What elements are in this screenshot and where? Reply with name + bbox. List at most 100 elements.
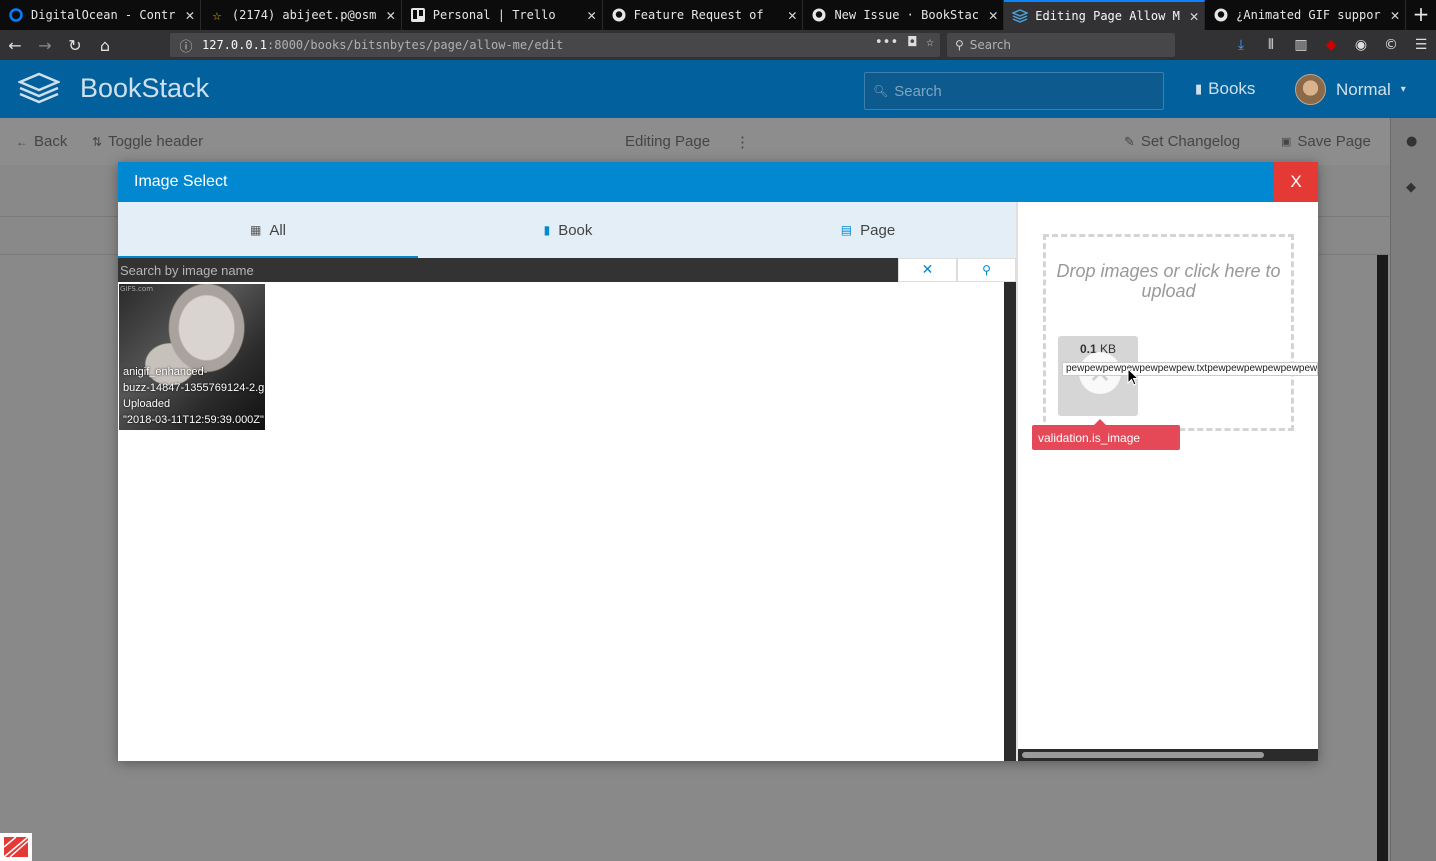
github-icon — [811, 7, 827, 23]
file-preview: 0.1 KB ✕ — [1058, 336, 1138, 416]
page-actions-icon[interactable]: ••• — [875, 35, 898, 50]
image-icon: ▦ — [249, 223, 262, 237]
info-icon[interactable]: ⓘ — [170, 36, 202, 55]
back-arrow-icon[interactable]: ← — [0, 30, 30, 60]
close-icon[interactable]: ✕ — [1385, 6, 1405, 24]
user-menu[interactable]: Normal ▾ — [1295, 74, 1406, 105]
back-button[interactable]: ← Back — [16, 133, 67, 150]
modal-header: Image Select — [118, 162, 1318, 202]
close-icon[interactable]: ✕ — [983, 6, 1003, 24]
tab-label: Page — [860, 221, 896, 239]
github-icon — [1213, 7, 1229, 23]
close-icon[interactable]: ✕ — [1184, 7, 1204, 25]
arrow-left-icon: ← — [16, 134, 28, 149]
browser-tab[interactable]: Feature Request of ✕ — [603, 0, 804, 30]
user-name: Normal — [1336, 79, 1391, 99]
new-tab-button[interactable]: + — [1406, 0, 1436, 30]
caret-down-icon: ▾ — [1400, 84, 1406, 95]
github-icon — [611, 7, 627, 23]
validation-error-tooltip: validation.is_image — [1032, 419, 1180, 450]
header-search-input[interactable]: 🔍︎ Search — [864, 72, 1164, 110]
menu-icon[interactable]: ☰ — [1406, 37, 1436, 53]
search-icon: 🔍︎ — [873, 84, 889, 98]
uploaded-label: Uploaded — [123, 398, 171, 410]
pencil-icon: ✎ — [1124, 133, 1135, 149]
upload-panel-scrollbar[interactable] — [1018, 749, 1318, 761]
gallery-scrollbar[interactable] — [1004, 282, 1016, 761]
trello-icon — [410, 7, 426, 23]
browser-tab[interactable]: ☆ (2174) abijeet.p@osm ✕ — [201, 0, 402, 30]
avatar — [1295, 74, 1326, 105]
url-bar[interactable]: ⓘ 127.0.0.1:8000/books/bitsnbytes/page/a… — [170, 33, 940, 57]
bookmark-star-icon[interactable]: ☆ — [926, 35, 934, 50]
tab-title: Feature Request of — [633, 8, 764, 22]
library-icon[interactable]: ⫴ — [1256, 37, 1286, 53]
corner-badge[interactable] — [0, 833, 32, 861]
digitalocean-icon — [8, 7, 24, 23]
browser-tab[interactable]: ¿Animated GIF suppor ✕ — [1205, 0, 1407, 30]
download-icon[interactable]: ⤓ — [1226, 37, 1256, 53]
browser-tab-bar: DigitalOcean - Contr ✕ ☆ (2174) abijeet.… — [0, 0, 1436, 30]
toggle-header-button[interactable]: ⇅ Toggle header — [92, 133, 203, 150]
tab-all[interactable]: ▦ All — [118, 202, 418, 258]
reload-icon[interactable]: ↻ — [60, 30, 90, 60]
set-changelog-button[interactable]: ✎ Set Changelog — [1124, 133, 1240, 150]
tag-icon[interactable]: ◆ — [1406, 180, 1416, 195]
browser-tab[interactable]: Personal | Trello ✕ — [402, 0, 603, 30]
extension-c-icon[interactable]: © — [1376, 37, 1406, 53]
save-page-button[interactable]: ▣ Save Page — [1281, 133, 1371, 150]
tab-page[interactable]: ▤ Page — [718, 202, 1018, 258]
image-select-modal: Image Select X ▦ All ▮ Book ▤ Page ✕ ⚲ G… — [118, 162, 1318, 761]
tab-book[interactable]: ▮ Book — [418, 202, 718, 258]
corner-logo-icon — [3, 836, 29, 858]
image-search-bar: ✕ ⚲ — [118, 258, 1018, 282]
mouse-cursor-icon — [1127, 368, 1139, 386]
upload-panel: Drop images or click here to upload 0.1 … — [1018, 202, 1318, 761]
browser-tab-active[interactable]: Editing Page Allow M ✕ — [1004, 0, 1206, 30]
sidebar-icon[interactable]: ▥ — [1286, 37, 1316, 53]
tab-title: New Issue · BookStac — [834, 8, 979, 22]
star-icon: ☆ — [212, 6, 222, 24]
editor-toolbar: ← Back ⇅ Toggle header Editing Page ⋮ ✎ … — [0, 118, 1390, 165]
search-icon: ⚲ — [982, 263, 991, 277]
app-name[interactable]: BookStack — [80, 73, 209, 104]
page-icon: ▤ — [840, 223, 853, 237]
ublock-icon[interactable]: ◆ — [1316, 37, 1346, 53]
bookstack-logo-icon[interactable] — [18, 72, 60, 106]
books-link[interactable]: ▮ Books — [1195, 79, 1255, 99]
header-search-placeholder: Search — [894, 82, 942, 100]
image-name-line: anigif_enhanced- — [123, 366, 208, 378]
modal-close-button[interactable]: X — [1274, 162, 1318, 202]
image-search-input[interactable] — [118, 258, 898, 282]
close-icon[interactable]: ✕ — [582, 6, 602, 24]
pocket-icon[interactable]: ◘ — [908, 35, 916, 50]
book-icon: ▮ — [1195, 81, 1203, 96]
close-icon[interactable]: ✕ — [782, 6, 802, 24]
search-button[interactable]: ⚲ — [957, 258, 1016, 282]
browser-search-input[interactable]: ⚲ Search — [947, 33, 1175, 57]
home-icon[interactable]: ⌂ — [90, 30, 120, 60]
back-label: Back — [34, 133, 68, 150]
more-options-icon[interactable]: ⋮ — [735, 133, 750, 151]
uploaded-date: "2018-03-11T12:59:39.000Z" — [123, 414, 264, 426]
tab-label: All — [269, 221, 286, 239]
browser-tab[interactable]: New Issue · BookStac ✕ — [803, 0, 1005, 30]
image-meta: anigif_enhanced- buzz-14847-1355769124-2… — [123, 364, 265, 428]
image-thumbnail[interactable]: GIFS.com anigif_enhanced- buzz-14847-135… — [119, 284, 265, 430]
editor-scrollbar[interactable] — [1377, 255, 1388, 861]
close-icon[interactable]: ✕ — [381, 6, 401, 24]
tab-title: Personal | Trello — [432, 8, 556, 22]
close-icon[interactable]: ✕ — [180, 6, 200, 24]
close-icon: ✕ — [921, 262, 934, 278]
url-path: :8000/books/bitsnbytes/page/allow-me/edi… — [267, 38, 564, 52]
browser-tab[interactable]: DigitalOcean - Contr ✕ — [0, 0, 201, 30]
scrollbar-thumb[interactable] — [1022, 752, 1264, 758]
toggle-header-label: Toggle header — [108, 133, 204, 150]
app-header: BookStack 🔍︎ Search ▮ Books Normal ▾ — [0, 60, 1436, 118]
image-gallery: GIFS.com anigif_enhanced- buzz-14847-135… — [118, 282, 1004, 761]
extension-icon[interactable]: ◉ — [1346, 37, 1376, 53]
watermark: GIFS.com — [120, 285, 154, 293]
clear-search-button[interactable]: ✕ — [898, 258, 957, 282]
forward-arrow-icon[interactable]: → — [30, 30, 60, 60]
settings-circle-icon[interactable]: ● — [1406, 134, 1417, 149]
